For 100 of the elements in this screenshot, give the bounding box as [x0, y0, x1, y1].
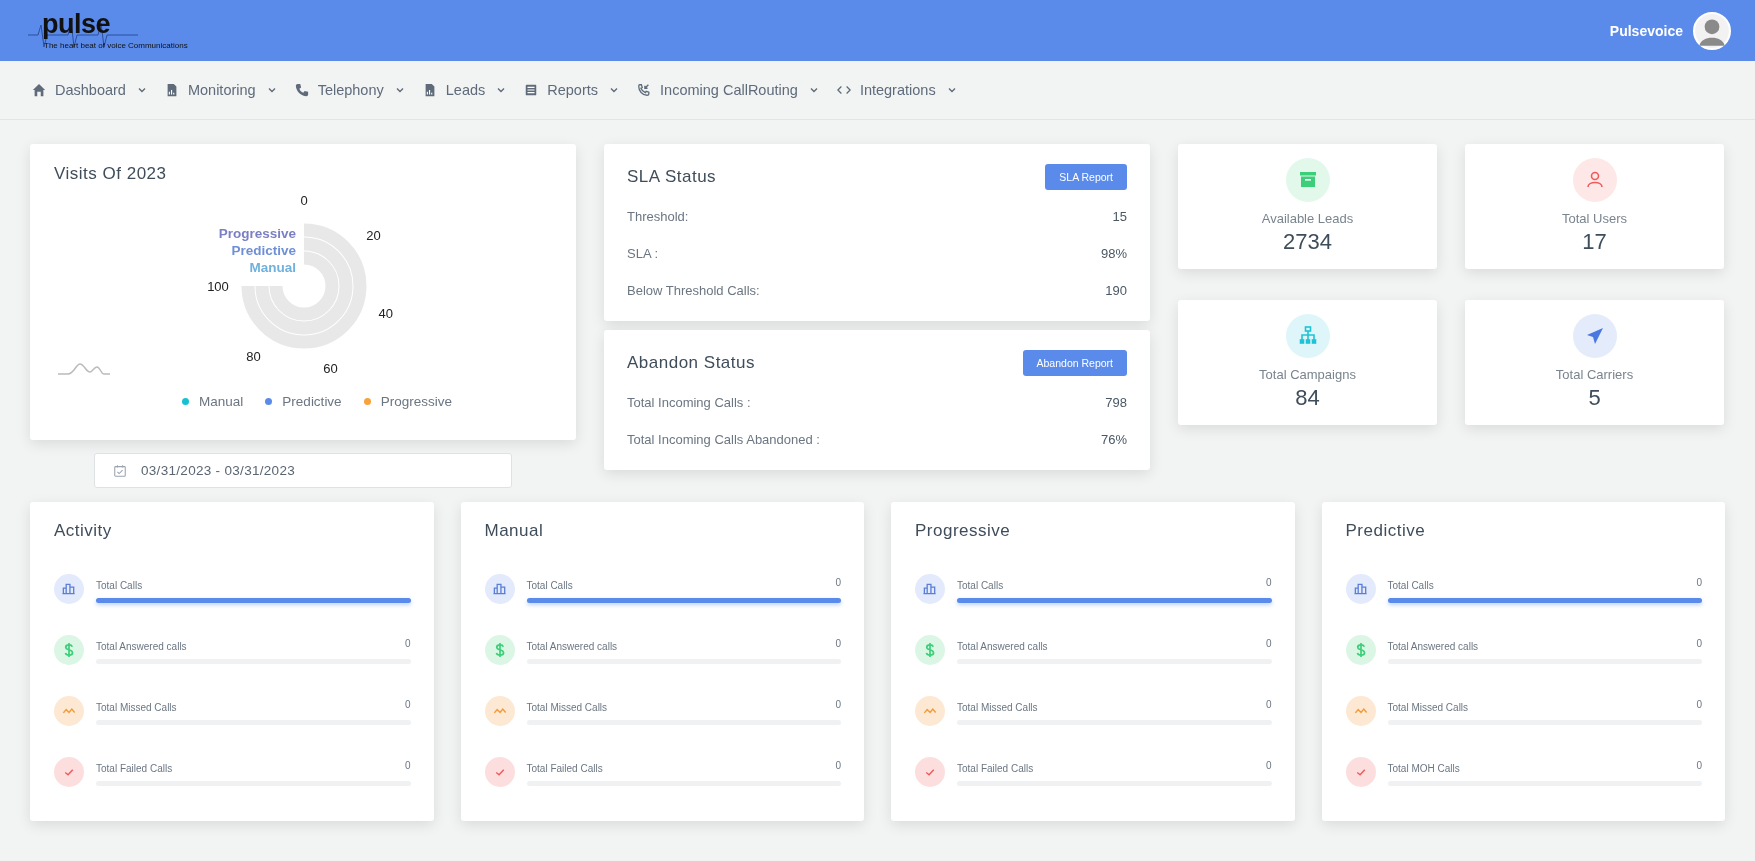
card-title: Visits Of 2023	[54, 164, 168, 184]
zigzag-icon	[915, 696, 945, 726]
metric-label: Total Missed Calls	[526, 702, 608, 715]
axis-tick-label: 0	[300, 193, 308, 208]
metric-value: 0	[835, 577, 841, 590]
nav-menu-item[interactable]: Monitoring	[164, 82, 277, 98]
stat-value: 17	[1582, 229, 1607, 255]
axis-tick-label: 60	[323, 360, 338, 376]
caret-icon	[946, 85, 957, 95]
card-title: Activity	[54, 521, 113, 541]
metric-label: Total Failed Calls	[957, 763, 1034, 776]
status-label: SLA :	[627, 246, 659, 261]
status-value: 98%	[1100, 246, 1127, 261]
card-title: Manual	[484, 521, 545, 541]
metric-label: Total Missed Calls	[96, 702, 177, 715]
dollar-icon	[54, 635, 84, 665]
hierarchy-icon	[1285, 314, 1330, 358]
status-label: Below Threshold Calls:	[627, 283, 760, 298]
metric-value: 0	[1696, 638, 1702, 651]
status-value: 190	[1105, 283, 1127, 298]
metric-label: Total Calls	[957, 580, 1004, 593]
bar-chart-icon	[484, 574, 515, 604]
check-icon	[1345, 757, 1376, 787]
caret-icon	[266, 85, 277, 95]
check-icon	[54, 757, 84, 787]
user-icon	[1572, 158, 1617, 202]
zigzag-icon	[1345, 696, 1376, 726]
caret-icon	[136, 85, 147, 95]
bar-chart-icon	[915, 574, 945, 604]
status-label: Total Incoming Calls Abandoned :	[627, 432, 820, 447]
nav-menu-item[interactable]: Integrations	[836, 82, 957, 98]
stat-label: Total Users	[1562, 211, 1627, 226]
user-name[interactable]: Pulsevoice	[1609, 22, 1683, 39]
nav-menu-item[interactable]: Dashboard	[32, 82, 147, 98]
avatar[interactable]	[1693, 11, 1731, 50]
calendar-icon	[113, 463, 127, 478]
metric-label: Total Answered calls	[1387, 641, 1479, 654]
card-title: Progressive	[915, 521, 1012, 541]
dollar-icon	[1345, 635, 1376, 665]
metric-value: 0	[1265, 760, 1272, 773]
metric-value: 0	[1265, 638, 1272, 651]
bar-chart-icon	[54, 574, 84, 604]
phone-icon	[637, 83, 652, 97]
card-title: SLA Status	[627, 167, 717, 187]
caret-icon	[496, 85, 507, 95]
nav-menu-item[interactable]: Telephony	[294, 82, 405, 98]
axis-tick-label: 20	[366, 228, 381, 244]
caret-icon	[808, 85, 819, 95]
stat-value: 5	[1588, 385, 1601, 411]
metric-value: 0	[1265, 699, 1272, 712]
metric-value: 0	[835, 760, 841, 773]
stat-label: Total Carriers	[1555, 367, 1634, 382]
metric-label: Total Missed Calls	[1387, 702, 1469, 715]
metric-label: Total Failed Calls	[526, 763, 603, 776]
metric-label: Total Answered calls	[957, 641, 1048, 654]
metric-value: 0	[835, 638, 841, 651]
metric-label: Total Missed Calls	[957, 702, 1038, 715]
nav-menu-item[interactable]: Reports	[524, 82, 620, 98]
metric-value: 0	[1696, 760, 1702, 773]
card-title: Abandon Status	[627, 353, 755, 373]
metric-value: 0	[404, 638, 411, 651]
bar-chart-icon	[1345, 574, 1376, 604]
status-label: Total Incoming Calls :	[627, 395, 751, 410]
axis-tick-label: 40	[378, 305, 394, 321]
zigzag-icon	[484, 696, 515, 726]
nav-menu-item[interactable]: Leads	[422, 82, 507, 98]
metric-label: Total Answered calls	[526, 641, 618, 654]
stat-label: Total Campaigns	[1259, 367, 1356, 382]
series-label: Predictive	[231, 243, 296, 258]
caret-icon	[394, 85, 405, 95]
legend-label[interactable]: Progressive	[380, 394, 452, 409]
metric-label: Total Answered calls	[96, 641, 187, 654]
date-range-field[interactable]: 03/31/2023 - 03/31/2023	[94, 453, 512, 488]
home-icon	[32, 83, 46, 97]
metric-value: 0	[1696, 699, 1702, 712]
dollar-icon	[915, 635, 945, 665]
check-icon	[915, 757, 945, 787]
series-label: Manual	[249, 260, 296, 275]
metric-label: Total Calls	[1387, 580, 1434, 593]
legend-label[interactable]: Predictive	[282, 394, 342, 409]
phone-icon	[294, 83, 309, 97]
logo[interactable]: pulse The heart beat of voice Communications	[28, 8, 198, 53]
legend-label[interactable]: Manual	[199, 394, 244, 409]
wave-icon	[57, 363, 111, 375]
metric-label: Total MOH Calls	[1387, 763, 1460, 776]
status-label: Threshold:	[627, 209, 689, 224]
code-icon	[836, 83, 851, 97]
stat-label: Available Leads	[1261, 211, 1354, 226]
zigzag-icon	[54, 696, 84, 726]
report-button[interactable]: Abandon Report	[1022, 350, 1127, 376]
archive-icon	[1285, 158, 1330, 202]
metric-value: 0	[835, 699, 841, 712]
status-value: 76%	[1100, 432, 1127, 447]
dollar-icon	[484, 635, 515, 665]
caret-icon	[609, 85, 620, 95]
report-button[interactable]: SLA Report	[1045, 164, 1127, 190]
series-label: Progressive	[218, 226, 296, 241]
axis-tick-label: 80	[246, 348, 261, 364]
nav-menu-item[interactable]: Incoming CallRouting	[637, 82, 819, 98]
stat-value: 84	[1295, 385, 1320, 411]
